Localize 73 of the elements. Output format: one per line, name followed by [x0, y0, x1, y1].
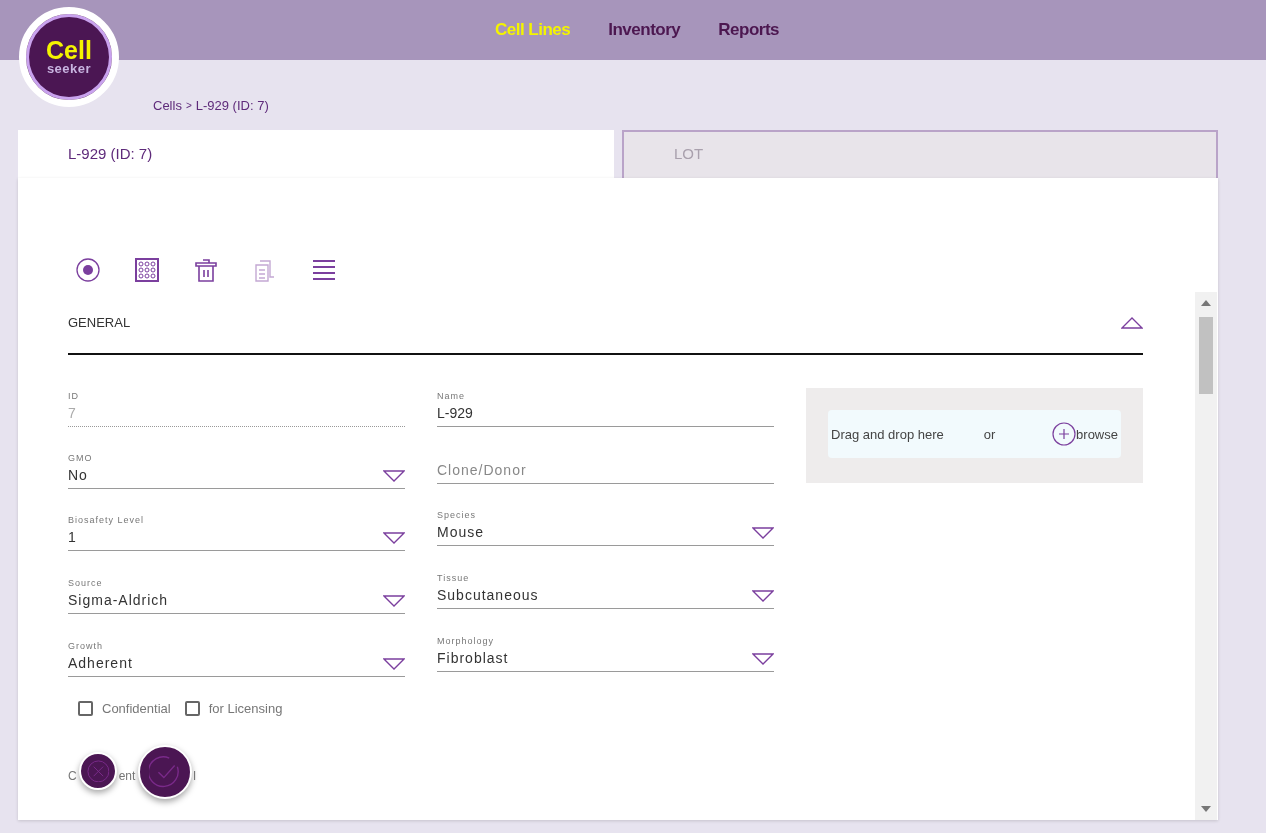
- field-value: 1: [68, 529, 78, 545]
- field-value: Fibroblast: [437, 650, 509, 666]
- check-icon: [148, 755, 182, 789]
- toolbar-button[interactable]: [193, 256, 219, 283]
- checkbox-label: Confidential: [102, 701, 171, 716]
- checkbox-box[interactable]: [78, 701, 93, 716]
- field-label: Morphology: [437, 636, 496, 646]
- nav-link[interactable]: Inventory: [608, 20, 681, 40]
- field-label: Species: [437, 510, 478, 520]
- drop-text: Drag and drop here: [831, 426, 944, 442]
- dropdown-icon[interactable]: [752, 526, 774, 540]
- plus-icon: [1052, 422, 1077, 446]
- copy-icon: [254, 257, 276, 282]
- checkbox-box[interactable]: [184, 701, 200, 716]
- field-value: L-929: [437, 405, 473, 421]
- dropdown-icon[interactable]: [752, 652, 774, 666]
- trash-icon: [195, 257, 217, 282]
- field-value: Subcutaneous: [437, 587, 539, 603]
- logo[interactable]: Cell seeker: [19, 7, 119, 107]
- label-fragment: l: [193, 769, 197, 783]
- text-field[interactable]: Clone/Donor: [437, 446, 774, 484]
- dropdown-icon[interactable]: [752, 589, 774, 603]
- toolbar-button[interactable]: [134, 256, 160, 283]
- close-icon: [86, 759, 110, 783]
- tab[interactable]: L-929 (ID: 7): [18, 130, 614, 178]
- select-field[interactable]: Source Sigma-Aldrich: [68, 570, 405, 614]
- logo-subtext: seeker: [46, 62, 92, 76]
- select-field[interactable]: GMO No: [68, 446, 405, 489]
- dropdown-icon[interactable]: [383, 657, 405, 671]
- checkbox[interactable]: for Licensing: [184, 701, 283, 716]
- field-label: GMO: [68, 453, 93, 463]
- dropdown-icon[interactable]: [383, 594, 405, 608]
- label-fragment: ent: [118, 769, 136, 783]
- breadcrumb-separator: >: [185, 100, 192, 111]
- field-label: Name: [437, 391, 466, 401]
- well-plate-icon: [135, 257, 159, 282]
- label-fragment: C: [68, 769, 77, 783]
- field-label: ID: [68, 391, 79, 401]
- select-field[interactable]: Morphology Fibroblast: [437, 628, 774, 672]
- dropdown-icon[interactable]: [383, 469, 405, 483]
- dropdown-icon[interactable]: [383, 531, 405, 545]
- field-placeholder: Clone/Donor: [437, 462, 527, 478]
- breadcrumb-current: L-929 (ID: 7): [195, 98, 269, 113]
- select-field[interactable]: Biosafety Level 1: [68, 508, 405, 551]
- list-icon: [312, 258, 336, 281]
- field-value: Adherent: [68, 655, 133, 671]
- field-label: Tissue: [437, 573, 471, 583]
- field-value: No: [68, 467, 89, 483]
- logo-text: Cell: [46, 38, 92, 62]
- browse-link[interactable]: browse: [1052, 422, 1118, 446]
- scrollbar[interactable]: [1195, 292, 1217, 820]
- field-value: Mouse: [437, 524, 485, 540]
- radio-icon: [76, 257, 100, 282]
- select-field[interactable]: Species Mouse: [437, 503, 774, 546]
- breadcrumb-link[interactable]: Cells: [153, 98, 182, 113]
- field-value: Sigma-Aldrich: [68, 592, 169, 608]
- confirm-button[interactable]: [138, 745, 192, 799]
- checkbox-label: for Licensing: [208, 701, 283, 716]
- nav-link[interactable]: Reports: [718, 20, 780, 40]
- checkbox[interactable]: Confidential: [78, 701, 171, 716]
- text-field[interactable]: Name L-929: [437, 388, 774, 427]
- cancel-button[interactable]: [79, 752, 117, 790]
- select-field[interactable]: Growth Adherent: [68, 633, 405, 677]
- field-value: 7: [68, 405, 77, 421]
- toolbar-button[interactable]: [75, 256, 101, 283]
- or-text: or: [983, 426, 996, 442]
- field-label: Growth: [68, 641, 104, 651]
- section-title: GENERAL: [68, 315, 131, 330]
- collapse-icon[interactable]: [1121, 315, 1143, 330]
- field-label: Source: [68, 578, 104, 588]
- field-label: Biosafety Level: [68, 515, 145, 525]
- select-field[interactable]: Tissue Subcutaneous: [437, 565, 774, 609]
- dropzone[interactable]: Drag and drop here or browse: [806, 388, 1143, 483]
